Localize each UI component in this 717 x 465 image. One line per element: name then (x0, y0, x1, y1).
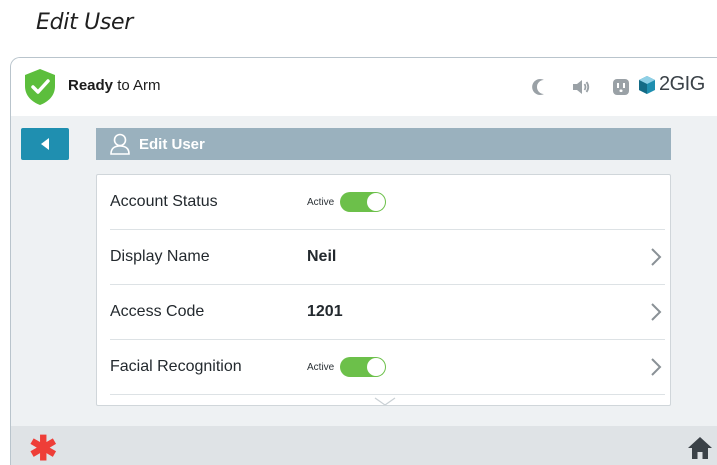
toggle-state-label: Active (307, 196, 335, 208)
home-icon[interactable] (687, 436, 713, 460)
row-label: Access Code (110, 303, 205, 320)
brand-mark-icon (639, 75, 655, 94)
arrow-left-icon (41, 138, 49, 150)
row-label: Facial Recognition (110, 358, 242, 375)
toggle-state-label: Active (307, 361, 335, 373)
footer-bar (11, 426, 717, 465)
chevron-right-icon (651, 358, 662, 376)
chevron-right-icon (651, 248, 662, 266)
brand-text: 2GIG (659, 73, 705, 95)
row-label: Display Name (110, 248, 210, 265)
system-status[interactable]: Ready to Arm (68, 77, 161, 94)
page-caption: Edit User (36, 10, 134, 35)
access-code-value: 1201 (307, 303, 343, 320)
page-header: Edit User (96, 128, 671, 160)
brand-logo: 2GIG (638, 73, 705, 96)
access-code-row[interactable]: Access Code 1201 (110, 285, 665, 340)
user-settings-list: Account Status Active Display Name Neil … (96, 174, 671, 406)
chevron-right-icon (651, 303, 662, 321)
display-name-row[interactable]: Display Name Neil (110, 230, 665, 285)
row-label: Account Status (110, 193, 218, 210)
display-name-value: Neil (307, 248, 337, 265)
account-status-toggle[interactable] (340, 192, 387, 212)
chevron-down-icon[interactable] (374, 397, 396, 406)
outlet-icon[interactable] (611, 77, 631, 97)
panel-screen: Ready to Arm 2GIG Edit User Account Stat… (10, 57, 717, 465)
shield-check-icon (25, 69, 55, 105)
user-icon (110, 133, 130, 155)
emergency-asterisk-icon[interactable]: ✱ (29, 432, 58, 465)
account-status-row: Account Status Active (110, 175, 665, 230)
moon-icon[interactable] (531, 77, 551, 97)
page-title: Edit User (139, 135, 205, 153)
back-button[interactable] (21, 128, 69, 160)
speaker-icon[interactable] (571, 77, 591, 97)
status-bar: Ready to Arm 2GIG (11, 58, 717, 116)
facial-recognition-toggle[interactable] (340, 357, 387, 377)
facial-recognition-row[interactable]: Facial Recognition Active (110, 340, 665, 395)
